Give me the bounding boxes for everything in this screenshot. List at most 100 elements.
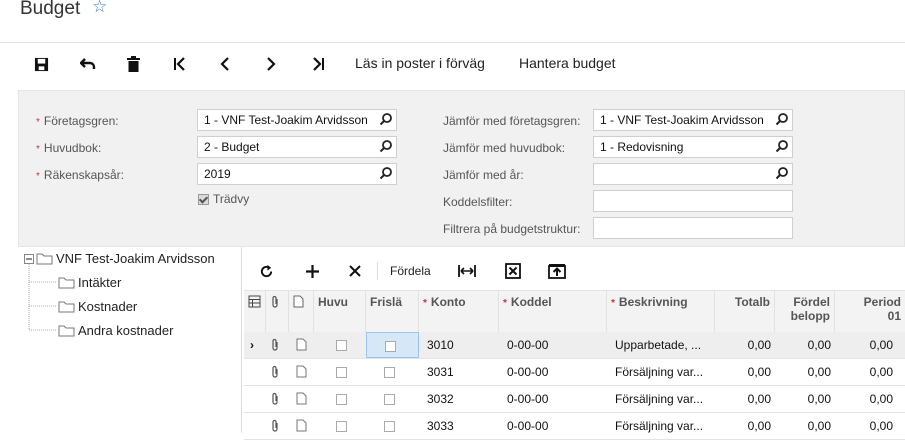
- compare-year-field[interactable]: [593, 163, 793, 185]
- paperclip-icon[interactable]: [270, 419, 280, 433]
- next-record-icon[interactable]: [258, 52, 284, 76]
- row-subaccount[interactable]: 0-00-00: [503, 413, 607, 439]
- delete-icon[interactable]: [120, 52, 146, 76]
- row-free-checkbox[interactable]: [366, 386, 419, 412]
- col-main[interactable]: Huvu: [314, 291, 366, 332]
- row-attachment[interactable]: [266, 332, 289, 358]
- row-attachment[interactable]: [266, 413, 289, 439]
- row-subaccount[interactable]: 0-00-00: [503, 386, 607, 412]
- treeview-checkbox[interactable]: Trädvy: [198, 192, 249, 206]
- row-distributed[interactable]: 0,00: [775, 332, 835, 358]
- note-icon[interactable]: [296, 365, 307, 378]
- paperclip-icon[interactable]: [270, 338, 280, 352]
- search-icon[interactable]: [379, 139, 393, 153]
- col-free[interactable]: Frislä: [366, 291, 419, 332]
- row-free-checkbox[interactable]: [366, 332, 419, 358]
- row-description[interactable]: Försäljning var...: [611, 359, 715, 385]
- row-free-checkbox[interactable]: [366, 413, 419, 439]
- year-field[interactable]: 2019: [197, 163, 397, 185]
- table-row[interactable]: 3032 0-00-00 Försäljning var... 0,00 0,00 0,0…: [244, 386, 905, 413]
- compare-branch-field[interactable]: 1 - VNF Test-Joakim Arvidsson: [593, 109, 793, 131]
- row-note[interactable]: [292, 413, 314, 439]
- row-period-01[interactable]: 0,00: [835, 332, 897, 358]
- structure-filter-field[interactable]: [593, 217, 793, 239]
- row-note[interactable]: [292, 359, 314, 385]
- col-account[interactable]: * Konto: [419, 291, 499, 332]
- row-note[interactable]: [292, 386, 314, 412]
- col-description[interactable]: * Beskrivning: [607, 291, 715, 332]
- table-row[interactable]: › 3010 0-00-00 Upparbetade, ... 0,00 0,00 0,00: [244, 332, 905, 359]
- compare-ledger-field[interactable]: 1 - Redovisning: [593, 136, 793, 158]
- row-description[interactable]: Försäljning var...: [611, 386, 715, 412]
- row-total[interactable]: 0,00: [715, 386, 775, 412]
- row-distributed[interactable]: 0,00: [775, 413, 835, 439]
- row-period-01[interactable]: 0,00: [835, 413, 897, 439]
- row-account[interactable]: 3031: [423, 359, 499, 385]
- table-row[interactable]: 3033 0-00-00 Försäljning var... 0,00 0,00 0,0…: [244, 413, 905, 440]
- row-main-checkbox[interactable]: [332, 413, 356, 439]
- tree-item-other-costs[interactable]: Andra kostnader: [58, 323, 173, 338]
- row-description[interactable]: Upparbetade, ...: [611, 332, 715, 358]
- row-description[interactable]: Försäljning var...: [611, 413, 715, 439]
- search-icon[interactable]: [775, 139, 789, 153]
- branch-field[interactable]: 1 - VNF Test-Joakim Arvidsson: [197, 109, 397, 131]
- search-icon[interactable]: [379, 166, 393, 180]
- export-excel-icon[interactable]: [502, 260, 524, 282]
- col-subaccount[interactable]: * Koddel: [499, 291, 607, 332]
- search-icon[interactable]: [379, 112, 393, 126]
- row-period-01[interactable]: 0,00: [835, 359, 897, 385]
- row-main-checkbox[interactable]: [332, 359, 356, 385]
- row-free-checkbox[interactable]: [366, 359, 419, 385]
- last-record-icon[interactable]: [305, 52, 331, 76]
- search-icon[interactable]: [775, 166, 789, 180]
- paperclip-icon[interactable]: [270, 392, 280, 406]
- previous-record-icon[interactable]: [212, 52, 238, 76]
- row-main-checkbox[interactable]: [332, 386, 356, 412]
- table-settings-icon[interactable]: [248, 295, 261, 308]
- attachment-col-header[interactable]: [266, 291, 289, 332]
- row-attachment[interactable]: [266, 359, 289, 385]
- row-period-01[interactable]: 0,00: [835, 386, 897, 412]
- save-icon[interactable]: [28, 52, 54, 76]
- row-distributed[interactable]: 0,00: [775, 386, 835, 412]
- row-total[interactable]: 0,00: [715, 413, 775, 439]
- table-row[interactable]: 3031 0-00-00 Försäljning var... 0,00 0,00 0,0…: [244, 359, 905, 386]
- preload-records-button[interactable]: Läs in poster i förväg: [355, 55, 485, 71]
- upload-icon[interactable]: [546, 260, 568, 282]
- row-total[interactable]: 0,00: [715, 332, 775, 358]
- note-icon[interactable]: [296, 419, 307, 432]
- row-account[interactable]: 3032: [423, 386, 499, 412]
- manage-budget-button[interactable]: Hantera budget: [519, 55, 616, 71]
- fit-columns-icon[interactable]: [456, 260, 478, 282]
- collapse-icon[interactable]: [24, 253, 34, 264]
- delete-row-icon[interactable]: [345, 260, 365, 282]
- row-attachment[interactable]: [266, 386, 289, 412]
- undo-icon[interactable]: [75, 52, 101, 76]
- note-col-header[interactable]: [289, 291, 314, 332]
- row-subaccount[interactable]: 0-00-00: [503, 359, 607, 385]
- row-total[interactable]: 0,00: [715, 359, 775, 385]
- col-distributed[interactable]: Fördel belopp: [775, 291, 835, 332]
- row-subaccount[interactable]: 0-00-00: [503, 332, 607, 358]
- tree-item-income[interactable]: Intäkter: [58, 275, 121, 290]
- note-icon[interactable]: [296, 338, 307, 351]
- note-icon[interactable]: [296, 392, 307, 405]
- row-main-checkbox[interactable]: [332, 332, 356, 358]
- paperclip-icon[interactable]: [270, 365, 280, 379]
- subaccount-filter-field[interactable]: [593, 190, 793, 212]
- ledger-field[interactable]: 2 - Budget: [197, 136, 397, 158]
- row-note[interactable]: [292, 332, 314, 358]
- distribute-button[interactable]: Fördela: [390, 260, 431, 282]
- add-row-icon[interactable]: [302, 260, 322, 282]
- search-icon[interactable]: [775, 112, 789, 126]
- row-account[interactable]: 3010: [423, 332, 499, 358]
- row-distributed[interactable]: 0,00: [775, 359, 835, 385]
- checkbox-checked-icon[interactable]: [198, 193, 209, 205]
- col-total[interactable]: Totalb: [715, 291, 775, 332]
- row-account[interactable]: 3033: [423, 413, 499, 439]
- refresh-icon[interactable]: [256, 260, 276, 282]
- first-record-icon[interactable]: [167, 52, 193, 76]
- tree-item-costs[interactable]: Kostnader: [58, 299, 137, 314]
- col-period-01[interactable]: Period 01: [835, 291, 905, 332]
- star-icon[interactable]: ☆: [92, 0, 107, 17]
